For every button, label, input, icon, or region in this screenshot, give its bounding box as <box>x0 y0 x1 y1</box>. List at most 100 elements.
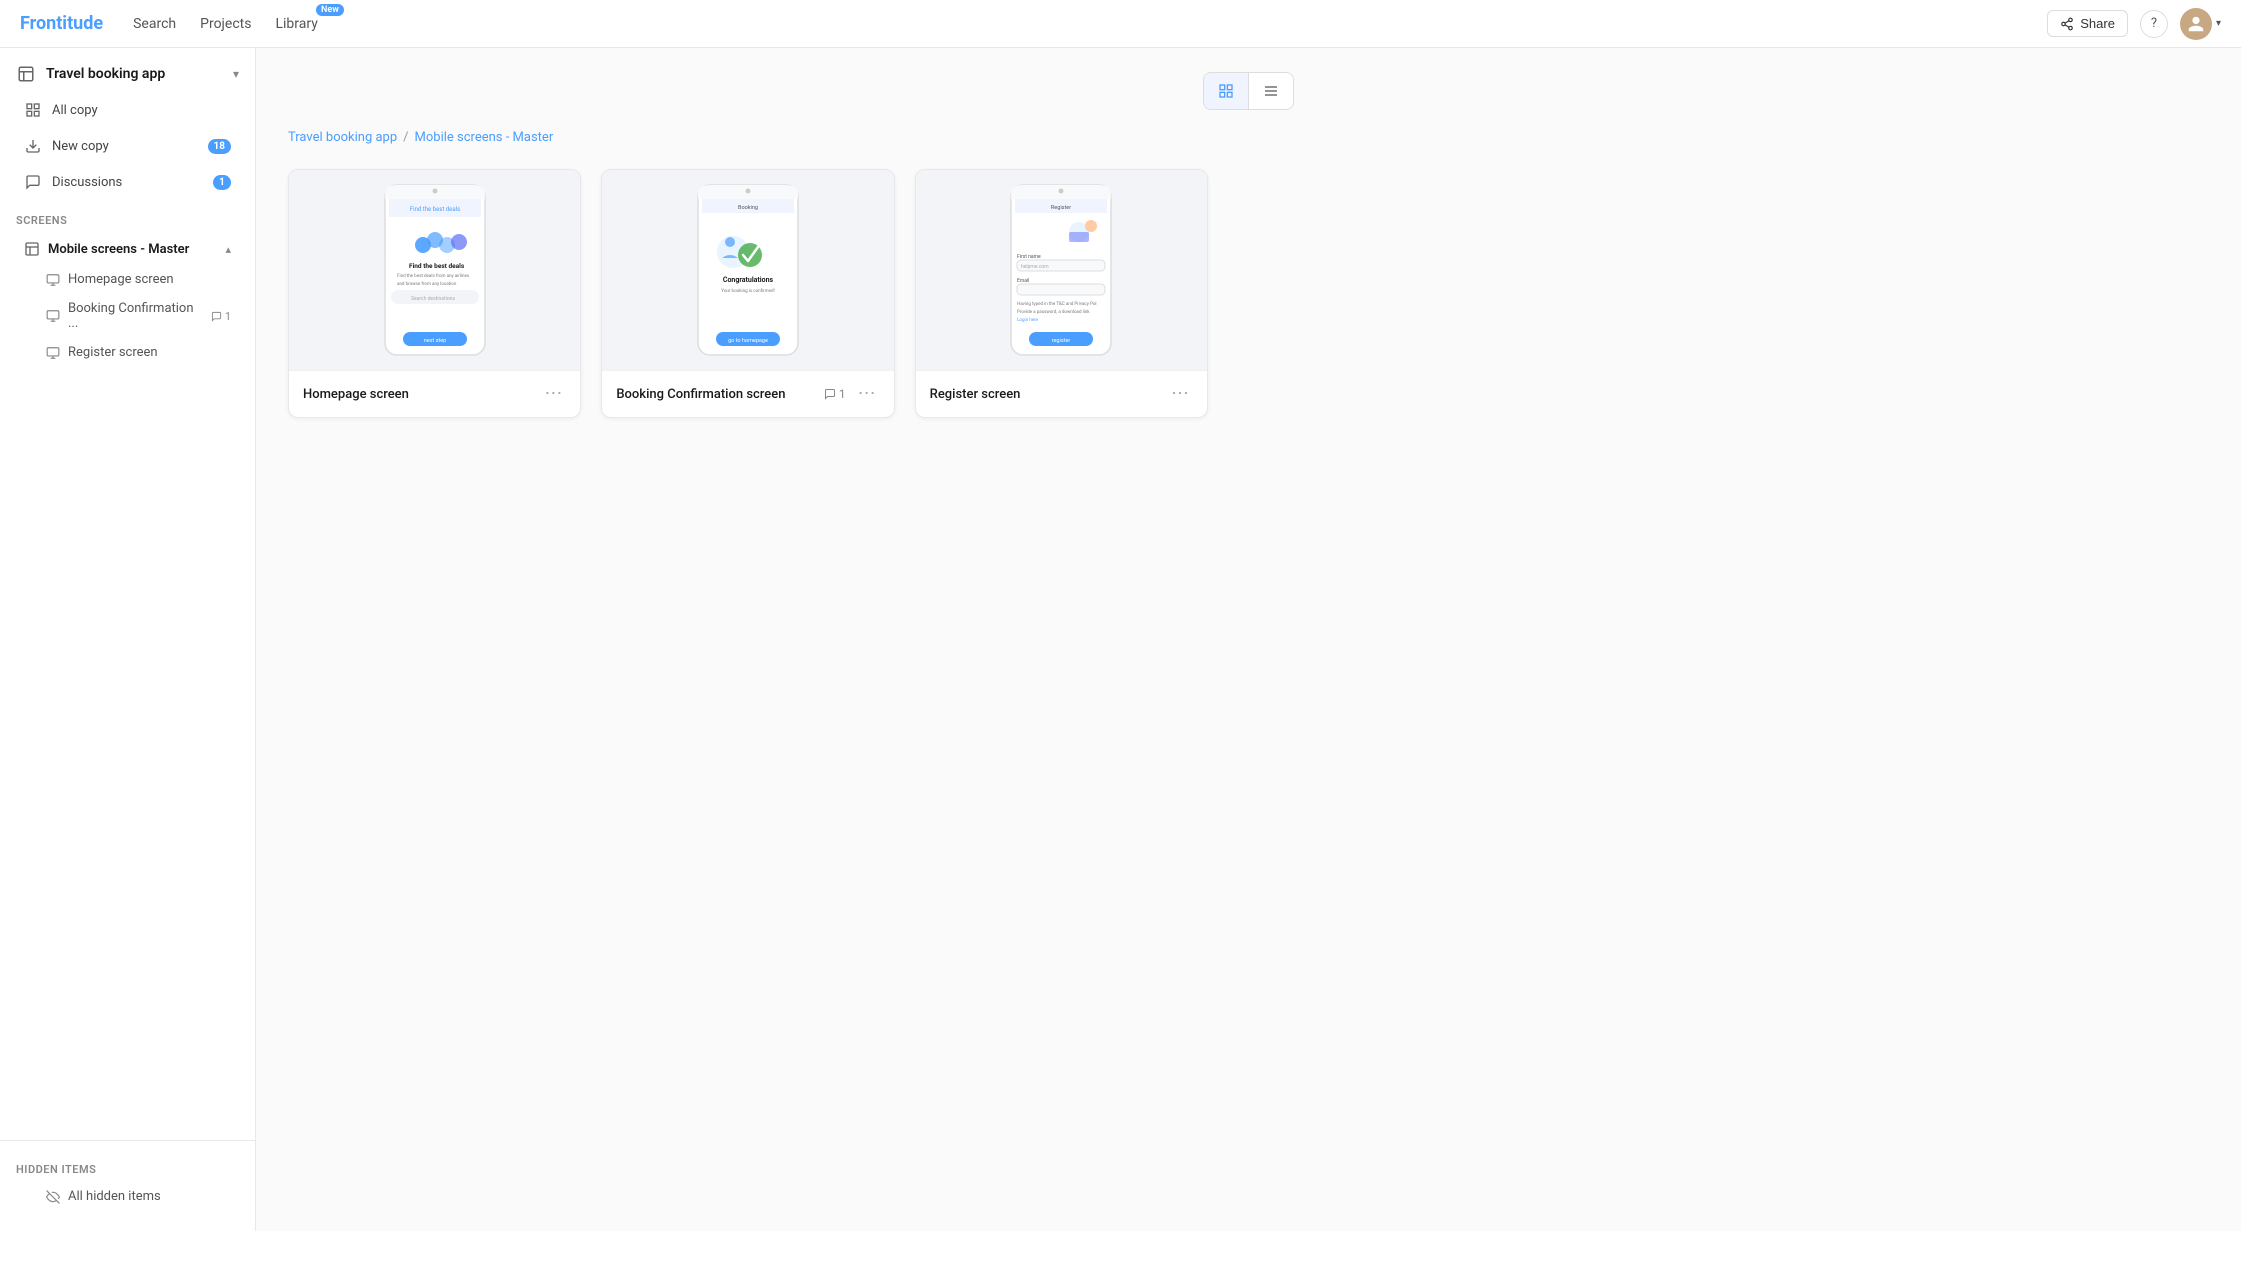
monitor-icon-3 <box>46 346 60 360</box>
screen-item-booking[interactable]: Booking Confirmation ... 1 <box>8 295 247 337</box>
card-preview-register: Register First name helpme.com Email Hav… <box>916 170 1207 370</box>
topnav-right: Share ? ▾ <box>2047 8 2221 40</box>
cards-grid: Find the best deals Find the best deals … <box>288 169 1208 418</box>
nav-projects[interactable]: Projects <box>200 12 251 36</box>
register-more-button[interactable]: ⋯ <box>1167 383 1193 405</box>
svg-text:helpme.com: helpme.com <box>1021 264 1049 270</box>
discussions-label: Discussions <box>52 175 203 190</box>
view-toggle-bar <box>288 72 2209 110</box>
monitor-icon-1 <box>46 273 60 287</box>
card-footer-register: Register screen ⋯ <box>916 370 1207 417</box>
app-logo[interactable]: Frontitude <box>20 13 103 34</box>
sidebar: Travel booking app ▾ All copy New copy 1… <box>0 48 256 1231</box>
user-avatar <box>2180 8 2212 40</box>
screens-group-mobile-master[interactable]: Mobile screens - Master ▴ <box>8 234 247 264</box>
user-avatar-wrapper[interactable]: ▾ <box>2180 8 2221 40</box>
svg-text:Your booking is confirmed!: Your booking is confirmed! <box>721 287 774 294</box>
sidebar-item-discussions[interactable]: Discussions 1 <box>8 165 247 199</box>
svg-text:Booking: Booking <box>738 205 758 211</box>
project-title-row: Travel booking app <box>16 64 165 84</box>
svg-text:Find the best deals: Find the best deals <box>409 262 465 270</box>
card-booking[interactable]: Booking Congratulations Your booking is … <box>601 169 894 418</box>
monitor-icon-2 <box>46 309 60 323</box>
card-actions-homepage: ⋯ <box>540 383 566 405</box>
download-icon <box>24 137 42 155</box>
hidden-items-label: Hidden items <box>0 1149 255 1182</box>
library-new-badge: New <box>316 4 344 16</box>
svg-text:Register: Register <box>1051 205 1071 211</box>
breadcrumb-section[interactable]: Mobile screens - Master <box>415 130 554 145</box>
screen-register-label: Register screen <box>68 345 231 360</box>
main-content: Travel booking app / Mobile screens - Ma… <box>256 48 2241 1231</box>
breadcrumb-project[interactable]: Travel booking app <box>288 130 397 145</box>
project-icon <box>16 64 36 84</box>
card-register[interactable]: Register First name helpme.com Email Hav… <box>915 169 1208 418</box>
grid-view-button[interactable] <box>1204 73 1248 109</box>
svg-text:Email: Email <box>1017 278 1029 284</box>
breadcrumb-separator: / <box>403 130 408 145</box>
svg-text:register: register <box>1052 338 1071 344</box>
homepage-more-button[interactable]: ⋯ <box>540 383 566 405</box>
screen-booking-label: Booking Confirmation ... <box>68 301 203 331</box>
document-icon <box>17 65 35 83</box>
screens-group-name: Mobile screens - Master <box>48 242 189 257</box>
avatar-chevron: ▾ <box>2216 18 2221 29</box>
nav-links: Search Projects Library New <box>133 12 2047 36</box>
help-button[interactable]: ? <box>2140 10 2168 38</box>
card-actions-booking: 1 ⋯ <box>824 383 880 405</box>
topnav: Frontitude Search Projects Library New S… <box>0 0 2241 48</box>
hidden-section: Hidden items All hidden items <box>0 1140 255 1211</box>
svg-text:Find the best deals: Find the best deals <box>409 206 459 213</box>
nav-library[interactable]: Library New <box>275 12 317 36</box>
screen-homepage-label: Homepage screen <box>68 272 231 287</box>
breadcrumb: Travel booking app / Mobile screens - Ma… <box>288 130 2209 145</box>
screen-item-register[interactable]: Register screen <box>8 339 247 366</box>
card-footer-homepage: Homepage screen ⋯ <box>289 370 580 417</box>
card-homepage[interactable]: Find the best deals Find the best deals … <box>288 169 581 418</box>
sidebar-project-header[interactable]: Travel booking app ▾ <box>0 48 255 92</box>
discussions-badge: 1 <box>213 175 231 190</box>
all-hidden-items-link[interactable]: All hidden items <box>8 1183 247 1210</box>
all-copy-label: All copy <box>52 103 231 118</box>
sidebar-item-all-copy[interactable]: All copy <box>8 93 247 127</box>
project-collapse-chevron: ▾ <box>233 67 239 81</box>
register-preview-svg: Register First name helpme.com Email Hav… <box>1001 180 1121 360</box>
card-footer-booking: Booking Confirmation screen 1 ⋯ <box>602 370 893 417</box>
card-name-homepage: Homepage screen <box>303 387 409 402</box>
booking-comment-indicator: 1 <box>211 310 231 323</box>
comment-icon-booking <box>211 311 222 322</box>
svg-text:next step: next step <box>423 338 446 344</box>
card-name-booking: Booking Confirmation screen <box>616 387 785 402</box>
screens-group-chevron: ▴ <box>225 243 231 256</box>
view-toggle <box>1203 72 1294 110</box>
svg-text:Having typed in the T&C and Pr: Having typed in the T&C and Privacy Pol <box>1017 301 1097 307</box>
list-view-button[interactable] <box>1249 73 1293 109</box>
homepage-preview-svg: Find the best deals Find the best deals … <box>375 180 495 360</box>
eye-off-icon <box>46 1190 60 1204</box>
card-preview-booking: Booking Congratulations Your booking is … <box>602 170 893 370</box>
grid-icon <box>24 101 42 119</box>
svg-text:go to homepage: go to homepage <box>728 338 768 344</box>
card-actions-register: ⋯ <box>1167 383 1193 405</box>
booking-more-button[interactable]: ⋯ <box>854 383 880 405</box>
svg-text:Congratulations: Congratulations <box>723 276 774 284</box>
card-preview-homepage: Find the best deals Find the best deals … <box>289 170 580 370</box>
all-hidden-label: All hidden items <box>68 1189 231 1204</box>
grid-view-icon <box>1218 83 1234 99</box>
svg-text:Login here: Login here <box>1017 317 1039 323</box>
sidebar-item-new-copy[interactable]: New copy 18 <box>8 129 247 163</box>
nav-search[interactable]: Search <box>133 12 176 36</box>
screens-group-icon <box>24 241 40 257</box>
new-copy-label: New copy <box>52 139 198 154</box>
share-button[interactable]: Share <box>2047 10 2128 37</box>
screen-item-homepage[interactable]: Homepage screen <box>8 266 247 293</box>
screens-section-label: Screens <box>0 200 255 233</box>
project-name: Travel booking app <box>46 66 165 82</box>
booking-preview-svg: Booking Congratulations Your booking is … <box>688 180 808 360</box>
comment-icon-booking-card <box>824 388 836 400</box>
layout: Travel booking app ▾ All copy New copy 1… <box>0 48 2241 1231</box>
card-name-register: Register screen <box>930 387 1021 402</box>
svg-text:First name: First name <box>1017 254 1041 260</box>
new-copy-badge: 18 <box>208 139 231 154</box>
avatar-icon <box>2187 15 2205 33</box>
